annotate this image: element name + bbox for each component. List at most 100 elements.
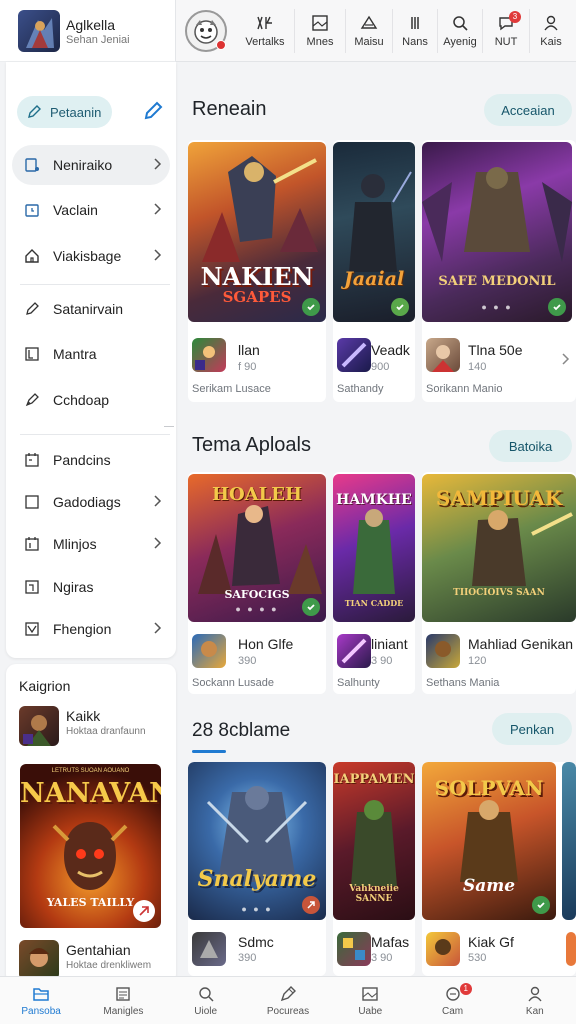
sidebar-item-fhengion[interactable]: Fhengion <box>12 609 170 649</box>
sidebar-item-cchdoap[interactable]: Cchdoap <box>12 380 170 420</box>
bracket-icon <box>24 346 40 362</box>
panel-title: Kaigrion <box>19 678 71 694</box>
featured-item-name: Kaikk <box>66 708 101 724</box>
sidebar-featured-panel: Kaigrion Kaikk Hoktaa dranfaunn LETRUTS … <box>6 664 176 984</box>
game-card[interactable]: NAKIEN SGAPES llan f 90 Serikam Lusace <box>188 140 326 402</box>
chevron-right-icon <box>154 158 162 170</box>
divider <box>164 426 174 427</box>
tb-vertalks[interactable]: Vertalks <box>236 0 294 62</box>
game-art: SOLPVAN Same <box>422 762 556 920</box>
game-card[interactable]: HAMKHE TIAN CADDE liniant 3 90 Salhunty <box>333 472 415 694</box>
app-subtitle: Sehan Jeniai <box>66 34 130 46</box>
gentahian-icon[interactable] <box>19 940 59 980</box>
featured-item-sub: Hoktaa dranfaunn <box>66 726 146 737</box>
note-icon <box>24 579 40 595</box>
notification-badge: 1 <box>459 983 472 995</box>
triangle-icon <box>360 15 378 29</box>
tb-ayenig[interactable]: Ayenig <box>438 0 482 62</box>
nav-label: Uiole <box>194 1005 218 1017</box>
sidebar-action-button[interactable]: Petaanin <box>17 96 112 128</box>
app-name: Aglkella <box>66 17 116 33</box>
app-meta: 390 <box>238 655 257 667</box>
sidebar-item-vaclain[interactable]: Vaclain <box>12 190 170 230</box>
section-action-button[interactable]: Batoika <box>489 430 572 462</box>
verified-check-icon <box>532 896 550 914</box>
nav-label: Manigles <box>103 1005 144 1017</box>
nav-uabe[interactable]: Uabe <box>329 977 411 1024</box>
sidebar-item-viakisbage[interactable]: Viakisbage <box>12 236 170 276</box>
sidebar-item-mlinjos[interactable]: Mlinjos <box>12 524 170 564</box>
sidebar-item-ngiras[interactable]: Ngiras <box>12 567 170 607</box>
app-footer: Sockann Lusade <box>192 677 274 689</box>
chevron-right-icon[interactable] <box>560 352 570 366</box>
nav-pansoba[interactable]: Pansoba <box>0 977 82 1024</box>
nav-pocureas[interactable]: Pocureas <box>247 977 329 1024</box>
section-action-button[interactable]: Penkan <box>492 713 572 745</box>
tb-mnes[interactable]: Mnes <box>295 0 345 62</box>
nav-kan[interactable]: Kan <box>494 977 576 1024</box>
game-art-title: SAMPIUAK <box>435 486 563 510</box>
app-name: liniant <box>371 636 408 652</box>
device-icon <box>24 157 40 173</box>
game-card[interactable]: HOALEH SAFOCIGS ● ● ● ● Hon Glfe 390 Soc… <box>188 472 326 694</box>
section-action-button[interactable]: Acceaian <box>484 94 572 126</box>
verified-check-icon <box>302 298 320 316</box>
game-card[interactable]: Jaaial Veadk 900 Sathandy <box>333 140 415 402</box>
poster-banner: LETRUTS SUOAN AOUANO <box>51 768 130 774</box>
gallery-icon <box>116 986 131 1001</box>
app-name: Sdmc <box>238 934 274 950</box>
chevron-right-icon <box>154 537 162 549</box>
share-icon[interactable] <box>302 896 320 914</box>
pen-icon <box>24 392 40 408</box>
section-title-underline <box>192 750 226 753</box>
app-icon <box>337 634 371 668</box>
app-footer: Sethans Mania <box>426 677 500 689</box>
tb-label: NUT <box>494 35 518 48</box>
kaikk-icon[interactable] <box>19 706 59 746</box>
poster-action-icon[interactable] <box>133 900 155 922</box>
tb-nans[interactable]: Nans <box>393 0 437 62</box>
game-card[interactable]: Snalyame ● ● ● Sdmc 390 <box>188 762 326 976</box>
chat-icon <box>445 986 460 1001</box>
tb-maisu[interactable]: Maisu <box>346 0 392 62</box>
sidebar-item-label: Gadodiags <box>53 494 121 510</box>
nav-cam[interactable]: Cam 1 <box>411 977 493 1024</box>
game-card[interactable]: SAFE MEDONIL ● ● ● Tlna 50e 140 Sorikann… <box>422 140 576 402</box>
verified-check-icon <box>391 298 409 316</box>
sidebar-item-pandcins[interactable]: Pandcins <box>12 440 170 480</box>
game-art-subtitle: TIIOCIOIVS SAAN <box>453 588 545 598</box>
app-meta: 3 90 <box>371 952 393 964</box>
sidebar-item-satanirvain[interactable]: Satanirvain <box>12 289 170 329</box>
sidebar-item-mantra[interactable]: Mantra <box>12 334 170 374</box>
app-name: Tlna 50e <box>468 342 523 358</box>
nav-label: Cam <box>441 1005 464 1017</box>
app-root: Aglkella Sehan Jeniai Vertalks Mnes Mais… <box>0 0 576 1024</box>
sidebar-item-label: Satanirvain <box>53 301 124 317</box>
edit-icon <box>28 105 41 118</box>
sidebar-item-neniraiko[interactable]: Neniraiko <box>12 145 170 185</box>
sidebar-item-gadodiags[interactable]: Gadodiags <box>12 482 170 522</box>
section-title: Tema Aploals <box>192 434 311 456</box>
sidebar-item-label: Viakisbage <box>53 248 122 264</box>
game-card[interactable]: IAPPAMEN Vahkneiie SANNE Mafas 3 90 <box>333 762 415 976</box>
pencil-icon[interactable] <box>142 100 164 122</box>
featured-poster[interactable]: LETRUTS SUOAN AOUANO NANAVAN YALES TAILL… <box>20 764 161 928</box>
app-meta: 120 <box>468 655 487 667</box>
edit-icon <box>24 301 40 317</box>
game-card[interactable]: SAMPIUAK TIIOCIOIVS SAAN Mahliad Genikan… <box>422 472 576 694</box>
app-logo[interactable] <box>18 10 60 52</box>
app-icon <box>426 338 460 372</box>
nav-manigles[interactable]: Manigles <box>82 977 164 1024</box>
tb-kais[interactable]: Kais <box>530 0 572 62</box>
nav-uiole[interactable]: Uiole <box>165 977 247 1024</box>
tb-nut[interactable]: NUT 3 <box>483 0 529 62</box>
game-art: Snalyame ● ● ● <box>188 762 326 920</box>
sidebar: Petaanin Neniraiko Vaclain Viakisbage Sa… <box>6 62 176 658</box>
game-art-title: HAMKHE <box>336 492 412 508</box>
poster-title: NANAVAN <box>20 778 161 809</box>
columns-icon <box>411 16 419 29</box>
profile-avatar[interactable] <box>176 0 236 62</box>
game-card[interactable]: SOLPVAN Same Kiak Gf 530 <box>422 762 576 976</box>
sidebar-item-label: Mlinjos <box>53 536 97 552</box>
game-art: Jaaial <box>333 142 415 322</box>
